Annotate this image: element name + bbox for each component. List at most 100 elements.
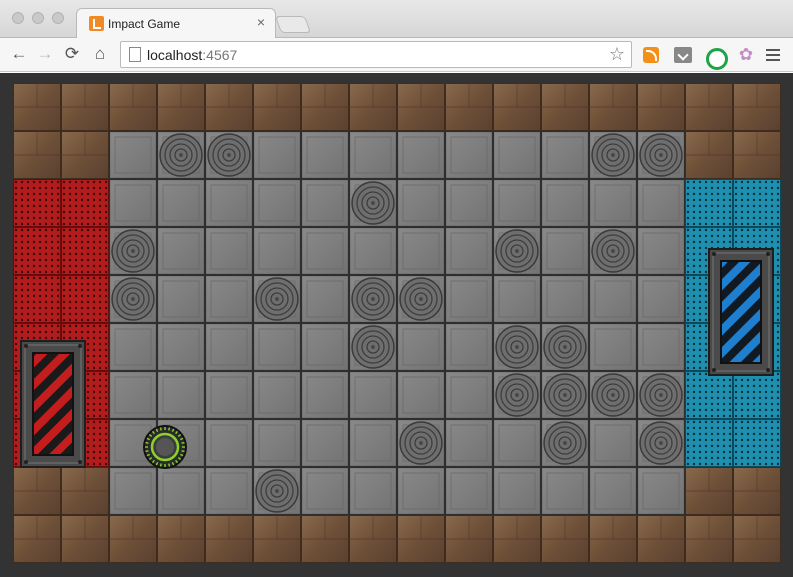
bunny-extension-icon[interactable]: ✿ — [736, 45, 756, 65]
circle-floor-tile — [492, 226, 542, 276]
wall-tile — [589, 515, 637, 563]
browser-menu-icon[interactable] — [766, 49, 780, 61]
circle-floor-tile — [108, 226, 158, 276]
circle-floor-tile — [588, 130, 638, 180]
floor-tile — [204, 226, 254, 276]
floor-tile — [396, 466, 446, 516]
blue-team-tile — [733, 179, 781, 227]
floor-tile — [156, 322, 206, 372]
bookmark-star-icon[interactable]: ☆ — [609, 44, 625, 65]
floor-tile — [540, 130, 590, 180]
floor-tile — [108, 466, 158, 516]
game-canvas[interactable] — [13, 83, 781, 563]
floor-tile — [300, 226, 350, 276]
tab-title: Impact Game — [108, 17, 181, 31]
blue-team-tile — [733, 419, 781, 467]
floor-tile — [204, 322, 254, 372]
floor-tile — [348, 226, 398, 276]
wall-tile — [733, 131, 781, 179]
floor-tile — [396, 130, 446, 180]
floor-tile — [492, 178, 542, 228]
circle-floor-tile — [540, 418, 590, 468]
wall-tile — [13, 83, 61, 131]
floor-tile — [156, 178, 206, 228]
wall-tile — [61, 515, 109, 563]
floor-tile — [300, 130, 350, 180]
floor-tile — [396, 370, 446, 420]
minimize-window-button[interactable] — [32, 12, 44, 24]
floor-tile — [636, 226, 686, 276]
wall-tile — [541, 515, 589, 563]
zoom-window-button[interactable] — [52, 12, 64, 24]
rss-icon[interactable] — [641, 45, 661, 65]
blue-goal — [708, 248, 774, 376]
player-disc[interactable] — [143, 425, 187, 469]
url-text[interactable]: localhost:4567 — [147, 47, 237, 63]
home-button[interactable]: ⌂ — [89, 43, 111, 65]
wall-tile — [637, 515, 685, 563]
wall-tile — [733, 515, 781, 563]
floor-tile — [300, 370, 350, 420]
floor-tile — [444, 370, 494, 420]
floor-tile — [204, 418, 254, 468]
floor-tile — [540, 466, 590, 516]
reload-button[interactable]: ⟳ — [61, 43, 83, 65]
circle-floor-tile — [252, 466, 302, 516]
floor-tile — [300, 466, 350, 516]
circle-floor-tile — [348, 274, 398, 324]
wall-tile — [733, 467, 781, 515]
url-port: :4567 — [202, 47, 238, 63]
blue-team-tile — [685, 179, 733, 227]
wall-tile — [157, 515, 205, 563]
wall-tile — [349, 515, 397, 563]
tab-impact-game[interactable]: Impact Game × — [76, 8, 276, 39]
browser-tab-bar: Impact Game × — [0, 0, 793, 39]
wall-tile — [685, 83, 733, 131]
url-host: localhost — [147, 47, 203, 63]
pocket-icon[interactable] — [673, 45, 693, 65]
floor-tile — [444, 130, 494, 180]
floor-tile — [252, 370, 302, 420]
floor-tile — [444, 466, 494, 516]
wall-tile — [445, 83, 493, 131]
tab-close-button[interactable]: × — [257, 15, 265, 29]
wall-tile — [301, 515, 349, 563]
circle-floor-tile — [588, 370, 638, 420]
circle-floor-tile — [492, 322, 542, 372]
new-tab-button[interactable] — [274, 16, 312, 33]
floor-tile — [396, 226, 446, 276]
wall-tile — [157, 83, 205, 131]
wall-tile — [589, 83, 637, 131]
floor-tile — [588, 274, 638, 324]
wall-tile — [685, 131, 733, 179]
floor-tile — [300, 178, 350, 228]
wall-tile — [109, 515, 157, 563]
close-window-button[interactable] — [12, 12, 24, 24]
forward-button[interactable]: → — [34, 43, 56, 65]
circle-floor-tile — [252, 274, 302, 324]
floor-tile — [636, 466, 686, 516]
floor-tile — [588, 322, 638, 372]
floor-tile — [156, 370, 206, 420]
wall-tile — [685, 467, 733, 515]
red-team-tile — [13, 227, 61, 275]
floor-tile — [492, 130, 542, 180]
floor-tile — [300, 322, 350, 372]
floor-tile — [444, 226, 494, 276]
floor-tile — [252, 322, 302, 372]
page-viewport — [0, 73, 793, 577]
circle-floor-tile — [636, 130, 686, 180]
circle-floor-tile — [396, 418, 446, 468]
back-button[interactable]: ← — [8, 43, 30, 65]
floor-tile — [108, 130, 158, 180]
green-extension-icon[interactable] — [704, 45, 728, 70]
floor-tile — [348, 370, 398, 420]
floor-tile — [588, 178, 638, 228]
floor-tile — [348, 418, 398, 468]
floor-tile — [108, 322, 158, 372]
red-team-tile — [13, 179, 61, 227]
floor-tile — [540, 274, 590, 324]
address-bar[interactable]: localhost:4567 ☆ — [120, 41, 632, 68]
wall-tile — [205, 83, 253, 131]
circle-floor-tile — [348, 322, 398, 372]
